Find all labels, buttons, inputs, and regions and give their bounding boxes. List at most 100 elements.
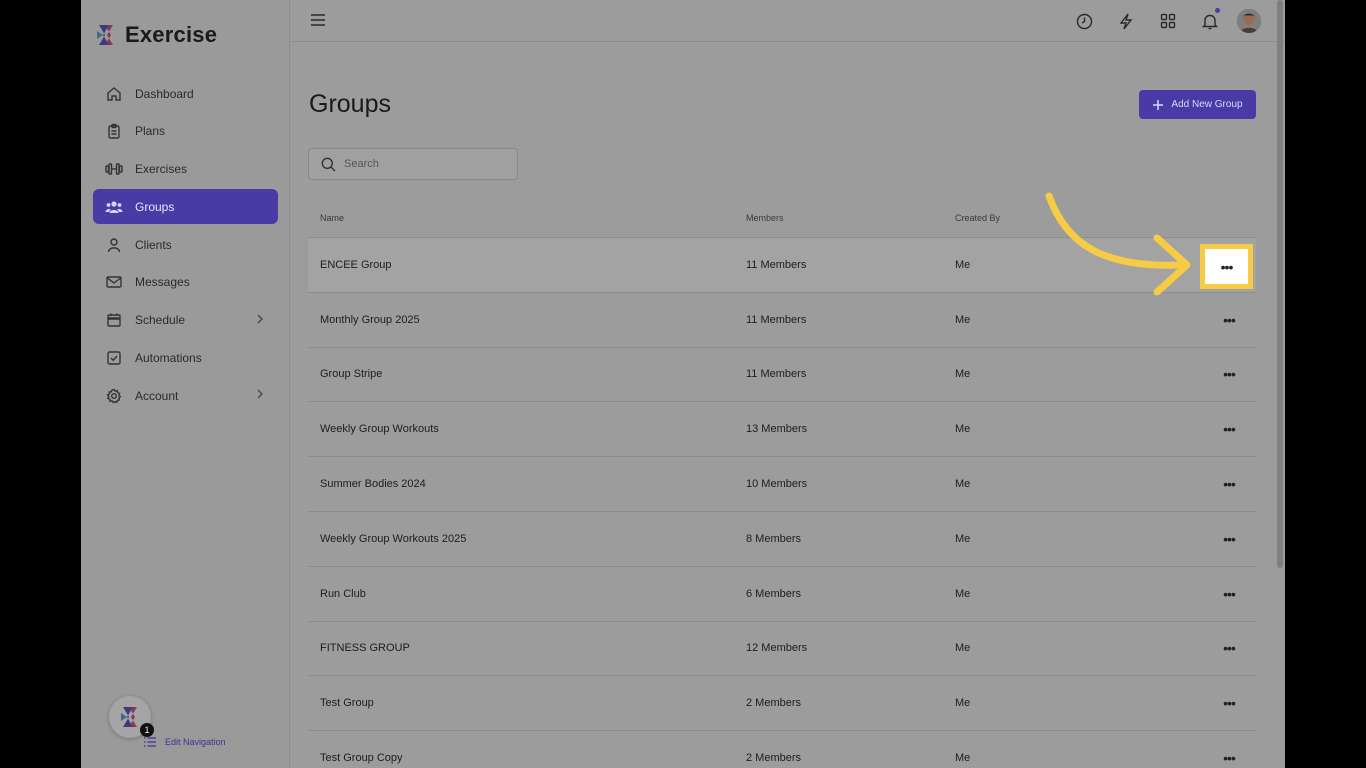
annotation-arrow-icon	[1045, 192, 1191, 296]
calendar-icon	[105, 311, 123, 329]
table-row[interactable]: Test Group Copy 2 Members Me •••	[308, 731, 1256, 768]
sidebar-item-account[interactable]: Account	[93, 378, 278, 413]
sidebar-item-exercises[interactable]: Exercises	[93, 152, 278, 187]
row-actions-icon[interactable]: •••	[1219, 750, 1239, 766]
sidebar-item-messages[interactable]: Messages	[93, 265, 278, 300]
group-members: 6 Members	[746, 587, 802, 600]
group-created-by: Me	[955, 587, 971, 600]
group-name[interactable]: Weekly Group Workouts 2025	[320, 533, 466, 545]
table-row[interactable]: Summer Bodies 2024 10 Members Me •••	[308, 457, 1256, 512]
group-members: 11 Members	[746, 258, 807, 271]
sidebar-nav: Dashboard Plans Exercises Groups Clients…	[93, 76, 278, 416]
add-new-group-label: Add New Group	[1171, 99, 1243, 110]
sidebar: Exercise Dashboard Plans Exercises Group…	[81, 0, 290, 768]
gear-icon	[105, 387, 123, 405]
search-box	[308, 148, 518, 180]
notification-dot	[1215, 8, 1220, 13]
row-actions-icon[interactable]: •••	[1219, 421, 1239, 437]
grid-icon[interactable]	[1155, 8, 1181, 34]
group-name[interactable]: Summer Bodies 2024	[320, 478, 426, 490]
list-icon	[143, 736, 157, 748]
sidebar-item-label: Groups	[135, 199, 175, 214]
group-name[interactable]: Weekly Group Workouts	[320, 423, 439, 435]
app-logo[interactable]: Exercise	[95, 22, 217, 48]
group-name[interactable]: Test Group Copy	[320, 752, 403, 764]
bell-icon[interactable]	[1197, 8, 1223, 34]
row-actions-icon[interactable]: •••	[1219, 531, 1239, 547]
row-actions-icon[interactable]: •••	[1219, 312, 1239, 328]
table-row[interactable]: FITNESS GROUP 12 Members Me •••	[308, 622, 1256, 677]
row-actions-button-highlighted[interactable]: •••	[1200, 244, 1253, 289]
group-name[interactable]: ENCEE Group	[320, 259, 392, 271]
sidebar-item-groups[interactable]: Groups	[93, 189, 278, 225]
edit-navigation-link[interactable]: Edit Navigation	[143, 736, 226, 748]
group-created-by: Me	[955, 368, 971, 381]
group-name[interactable]: Group Stripe	[320, 368, 382, 380]
table-row[interactable]: Run Club 6 Members Me •••	[308, 567, 1256, 622]
group-created-by: Me	[955, 642, 971, 655]
users-icon	[105, 198, 123, 216]
scrollbar[interactable]	[1277, 0, 1283, 568]
bolt-icon[interactable]	[1113, 8, 1139, 34]
clock-icon[interactable]	[1071, 8, 1097, 34]
group-created-by: Me	[955, 478, 971, 491]
group-created-by: Me	[955, 532, 971, 545]
sidebar-item-label: Schedule	[135, 313, 186, 328]
group-members: 11 Members	[746, 313, 807, 326]
sidebar-item-label: Plans	[135, 124, 166, 139]
app-name: Exercise	[125, 22, 218, 47]
workspace-avatar[interactable]: 1	[109, 696, 154, 738]
sidebar-item-plans[interactable]: Plans	[93, 114, 278, 149]
group-name[interactable]: FITNESS GROUP	[320, 642, 410, 654]
logo-mark-icon	[121, 707, 137, 727]
plus-icon	[1152, 99, 1164, 111]
table-row[interactable]: Weekly Group Workouts 13 Members Me •••	[308, 402, 1256, 458]
group-name[interactable]: Monthly Group 2025	[320, 314, 420, 326]
sidebar-item-automations[interactable]: Automations	[93, 341, 278, 376]
app-frame: Exercise Dashboard Plans Exercises Group…	[81, 0, 1285, 768]
sidebar-item-dashboard[interactable]: Dashboard	[93, 76, 278, 111]
search-icon	[321, 157, 336, 172]
sidebar-item-schedule[interactable]: Schedule	[93, 303, 278, 338]
column-header-created-by[interactable]: Created By	[955, 213, 1000, 223]
group-members: 11 Members	[746, 368, 807, 381]
group-members: 2 Members	[746, 697, 802, 710]
clipboard-icon	[105, 122, 123, 140]
sidebar-item-label: Automations	[135, 351, 202, 366]
page-title: Groups	[309, 90, 391, 118]
group-members: 13 Members	[746, 423, 808, 436]
add-new-group-button[interactable]: Add New Group	[1139, 90, 1256, 119]
group-created-by: Me	[955, 313, 971, 326]
table-row[interactable]: Weekly Group Workouts 2025 8 Members Me …	[308, 512, 1256, 567]
sidebar-item-label: Account	[135, 388, 179, 403]
search-input[interactable]	[344, 158, 494, 170]
row-actions-icon[interactable]: •••	[1219, 586, 1239, 602]
home-icon	[105, 85, 123, 103]
row-actions-icon[interactable]: •••	[1219, 476, 1239, 492]
group-name[interactable]: Run Club	[320, 588, 366, 600]
sidebar-item-label: Dashboard	[135, 86, 194, 101]
column-header-members[interactable]: Members	[746, 213, 784, 223]
checkbox-icon	[105, 349, 123, 367]
group-name[interactable]: Test Group	[320, 697, 374, 709]
table-row[interactable]: Monthly Group 2025 11 Members Me •••	[308, 293, 1256, 348]
sidebar-footer: 1 Edit Navigation	[109, 696, 226, 747]
user-avatar[interactable]	[1237, 9, 1261, 33]
sidebar-item-label: Exercises	[135, 162, 188, 177]
group-members: 8 Members	[746, 532, 802, 545]
table-row[interactable]: Group Stripe 11 Members Me •••	[308, 348, 1256, 403]
more-options-icon: •••	[1220, 258, 1234, 275]
sidebar-item-clients[interactable]: Clients	[93, 227, 278, 262]
row-actions-icon[interactable]: •••	[1219, 640, 1239, 656]
group-created-by: Me	[955, 752, 971, 765]
column-header-name[interactable]: Name	[320, 213, 344, 223]
chevron-right-icon	[256, 388, 264, 403]
menu-icon[interactable]	[311, 13, 325, 31]
row-actions-icon[interactable]: •••	[1219, 695, 1239, 711]
topbar-actions	[1055, 8, 1261, 34]
sidebar-item-label: Messages	[135, 275, 190, 290]
table-row[interactable]: Test Group 2 Members Me •••	[308, 676, 1256, 732]
row-actions-icon[interactable]: •••	[1219, 366, 1239, 382]
logo-mark-icon	[95, 23, 117, 47]
group-members: 12 Members	[746, 642, 808, 655]
